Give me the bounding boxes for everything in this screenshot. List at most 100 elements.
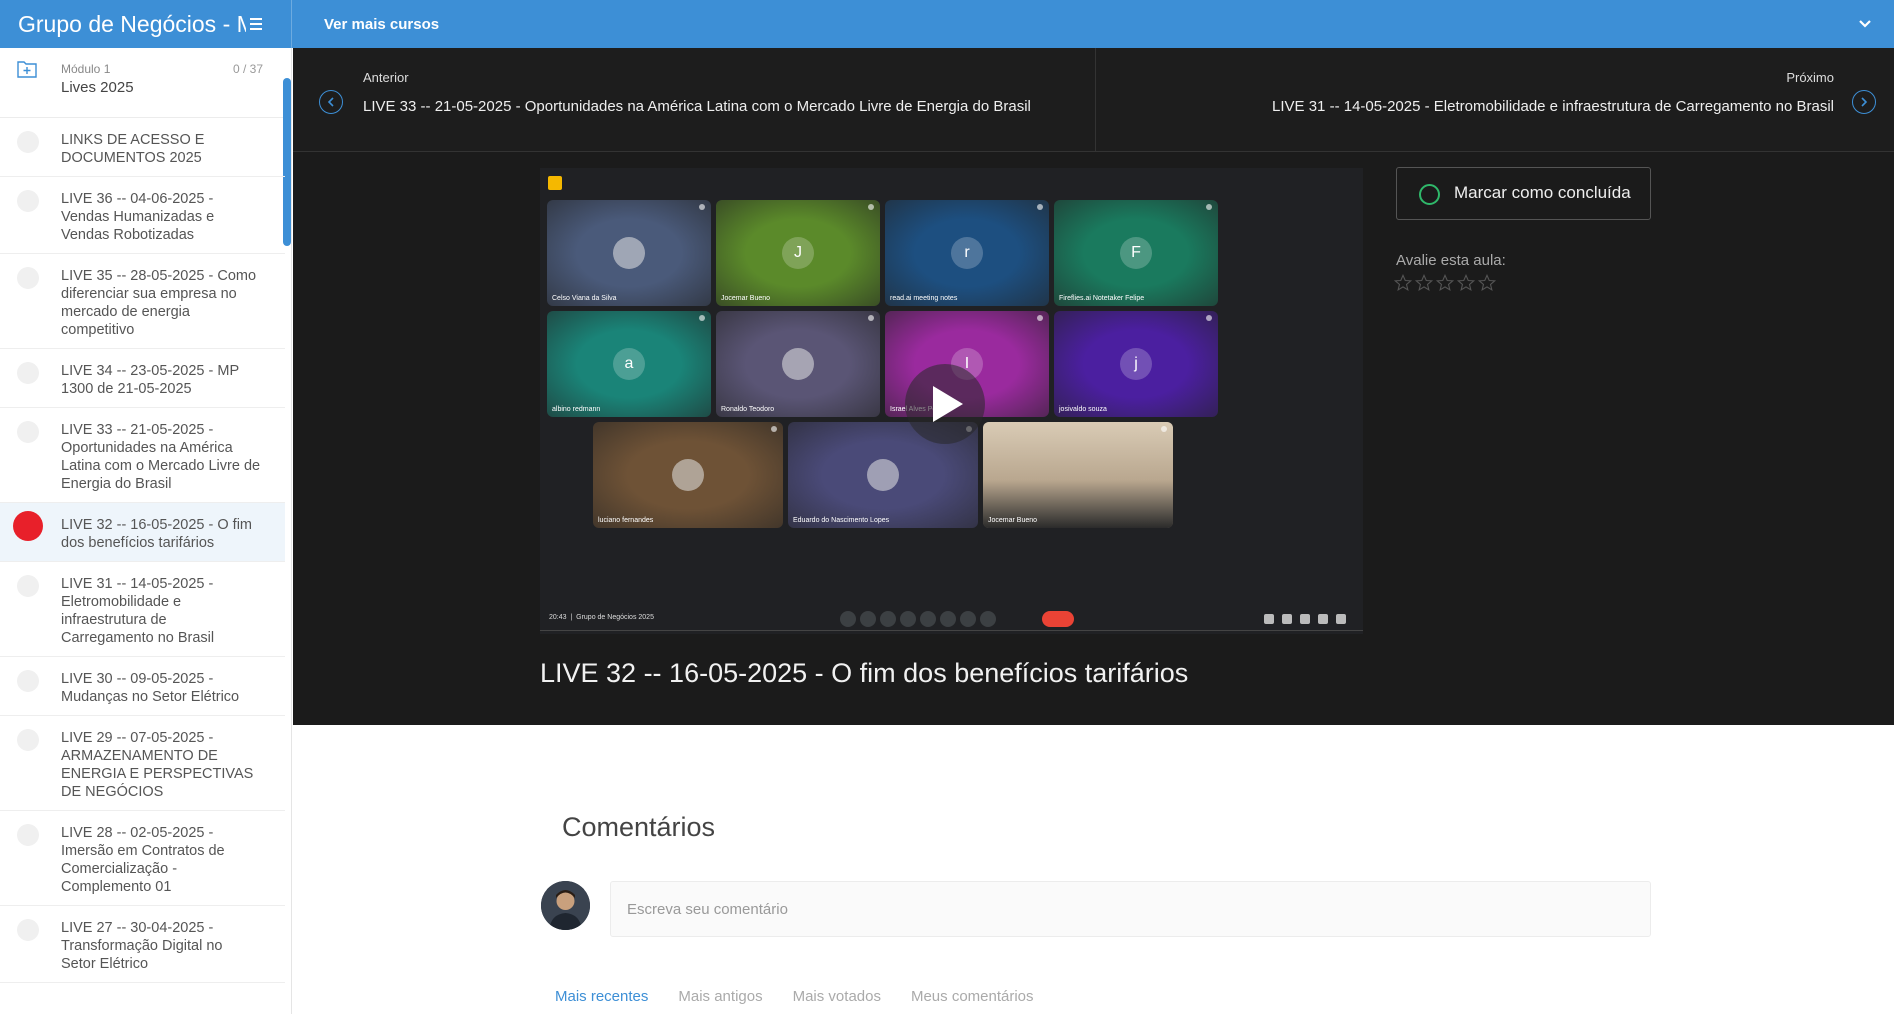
lesson-status-icon bbox=[17, 190, 39, 212]
camera-icon bbox=[860, 611, 876, 627]
comment-tabs: Mais recentes Mais antigos Mais votados Meu… bbox=[555, 988, 1034, 1005]
next-lesson-link[interactable]: Próximo LIVE 31 -- 14-05-2025 - Eletromo… bbox=[1097, 48, 1894, 152]
participant-name: josivaldo souza bbox=[1059, 406, 1107, 413]
rating-label: Avalie esta aula: bbox=[1396, 252, 1506, 269]
participant-name: albino redmann bbox=[552, 406, 601, 413]
participant-tile: J Jocemar Bueno bbox=[716, 200, 880, 306]
previous-label: Anterior bbox=[363, 70, 409, 85]
current-lesson-icon bbox=[13, 511, 43, 541]
previous-lesson-link[interactable]: Anterior LIVE 33 -- 21-05-2025 - Oportun… bbox=[293, 48, 1096, 152]
sidebar-lesson-item[interactable]: LIVE 29 -- 07-05-2025 - ARMAZENAMENTO DE… bbox=[0, 716, 285, 811]
sidebar-lesson-item[interactable]: LIVE 30 -- 09-05-2025 - Mudanças no Seto… bbox=[0, 657, 285, 716]
comment-tab[interactable]: Mais antigos bbox=[678, 988, 762, 1005]
raise-hand-icon bbox=[960, 611, 976, 627]
brand: Grupo de Negócios - M bbox=[0, 0, 292, 48]
module-progress: 0 / 37 bbox=[232, 62, 263, 76]
sidebar-lesson-item[interactable]: LIVE 36 -- 04-06-2025 - Vendas Humanizad… bbox=[0, 177, 285, 254]
comment-input[interactable] bbox=[610, 881, 1651, 937]
lesson-status-icon bbox=[17, 670, 39, 692]
play-button[interactable] bbox=[905, 364, 985, 444]
participant-avatar bbox=[983, 422, 1173, 528]
lesson-status-icon bbox=[17, 267, 39, 289]
lesson-list: LINKS DE ACESSO E DOCUMENTOS 2025 LIVE 36… bbox=[0, 118, 291, 983]
sidebar-lesson-label: LIVE 35 -- 28-05-2025 - Como diferenciar… bbox=[61, 268, 257, 338]
sidebar-lesson-item[interactable]: LIVE 34 -- 23-05-2025 - MP 1300 de 21-05… bbox=[0, 349, 285, 408]
sidebar-lesson-item[interactable]: LIVE 28 -- 02-05-2025 - Imersão em Contr… bbox=[0, 811, 285, 906]
sidebar-lesson-label: LIVE 36 -- 04-06-2025 - Vendas Humanizad… bbox=[61, 191, 215, 243]
sidebar-lesson-label: LIVE 30 -- 09-05-2025 - Mudanças no Seto… bbox=[61, 671, 240, 705]
sidebar-lesson-item[interactable]: LIVE 33 -- 21-05-2025 - Oportunidades na… bbox=[0, 408, 285, 503]
more-courses-link[interactable]: Ver mais cursos bbox=[324, 16, 439, 33]
sidebar-lesson-label: LINKS DE ACESSO E DOCUMENTOS 2025 bbox=[61, 132, 205, 166]
mic-muted-icon bbox=[771, 426, 777, 432]
participant-tile: F Fireflies.ai Notetaker Felipe bbox=[1054, 200, 1218, 306]
participant-name: Fireflies.ai Notetaker Felipe bbox=[1059, 295, 1145, 302]
sidebar-lesson-label: LIVE 29 -- 07-05-2025 - ARMAZENAMENTO DE… bbox=[61, 730, 254, 800]
comments-title: Comentários bbox=[562, 812, 716, 842]
meeting-control-bar: 20:43 | Grupo de Negócios 2025 bbox=[540, 605, 1363, 633]
video-player[interactable]: Celso Viana da Silva J Jocemar Bueno r read.… bbox=[540, 168, 1363, 634]
lesson-status-icon bbox=[17, 131, 39, 153]
sidebar-lesson-item[interactable]: LIVE 32 -- 16-05-2025 - O fim dos benefí… bbox=[0, 503, 285, 562]
star-icon[interactable] bbox=[1478, 274, 1496, 292]
comment-tab[interactable]: Mais votados bbox=[793, 988, 881, 1005]
star-icon[interactable] bbox=[1415, 274, 1433, 292]
participant-avatar: J bbox=[782, 237, 814, 269]
lesson-status-icon bbox=[17, 421, 39, 443]
participant-avatar: j bbox=[1120, 348, 1152, 380]
rating-stars bbox=[1394, 274, 1496, 292]
mic-muted-icon bbox=[1037, 204, 1043, 210]
lesson-status-icon bbox=[17, 575, 39, 597]
sidebar-lesson-item[interactable]: LINKS DE ACESSO E DOCUMENTOS 2025 bbox=[0, 118, 285, 177]
chevron-down-icon[interactable] bbox=[1856, 14, 1874, 32]
star-icon[interactable] bbox=[1457, 274, 1475, 292]
captions-icon bbox=[900, 611, 916, 627]
sidebar-lesson-item[interactable]: LIVE 31 -- 14-05-2025 - Eletromobilidade… bbox=[0, 562, 285, 657]
mark-complete-button[interactable]: Marcar como concluída bbox=[1396, 167, 1651, 220]
mic-icon bbox=[840, 611, 856, 627]
participant-avatar: F bbox=[1120, 237, 1152, 269]
participant-tile: r read.ai meeting notes bbox=[885, 200, 1049, 306]
mic-muted-icon bbox=[1206, 204, 1212, 210]
user-avatar-icon bbox=[541, 881, 590, 930]
mic-muted-icon bbox=[1206, 315, 1212, 321]
module-header[interactable]: Módulo 1 Lives 2025 0 / 37 bbox=[0, 48, 291, 118]
arrow-right-icon bbox=[1852, 90, 1876, 114]
sidebar-lesson-item[interactable]: LIVE 27 -- 30-04-2025 - Transformação Di… bbox=[0, 906, 285, 983]
sidebar-lesson-label: LIVE 31 -- 14-05-2025 - Eletromobilidade… bbox=[61, 576, 215, 646]
emoji-icon bbox=[920, 611, 936, 627]
participant-name: Ronaldo Teodoro bbox=[721, 406, 775, 413]
present-icon bbox=[940, 611, 956, 627]
participant-name: luciano fernandes bbox=[598, 517, 654, 524]
participant-name: Celso Viana da Silva bbox=[552, 295, 617, 302]
participant-avatar: a bbox=[613, 348, 645, 380]
participant-avatar: r bbox=[951, 237, 983, 269]
participant-tile: a albino redmann bbox=[547, 311, 711, 417]
brand-title: Grupo de Negócios - M bbox=[18, 10, 246, 37]
lesson-status-icon bbox=[17, 362, 39, 384]
comment-tab[interactable]: Meus comentários bbox=[911, 988, 1034, 1005]
sidebar-lesson-label: LIVE 33 -- 21-05-2025 - Oportunidades na… bbox=[61, 422, 261, 492]
mic-muted-icon bbox=[868, 204, 874, 210]
participant-name: read.ai meeting notes bbox=[890, 295, 958, 302]
mic-muted-icon bbox=[1037, 315, 1043, 321]
participant-tile: Jocemar Bueno bbox=[983, 422, 1173, 528]
circle-icon bbox=[1419, 184, 1440, 205]
comment-tab[interactable]: Mais recentes bbox=[555, 988, 648, 1005]
mic-muted-icon bbox=[699, 204, 705, 210]
sidebar-lesson-label: LIVE 27 -- 30-04-2025 - Transformação Di… bbox=[61, 920, 223, 972]
chat-icon bbox=[1300, 614, 1310, 624]
menu-icon[interactable] bbox=[250, 18, 262, 30]
lesson-status-icon bbox=[17, 919, 39, 941]
next-label: Próximo bbox=[1786, 70, 1834, 85]
star-icon[interactable] bbox=[1394, 274, 1412, 292]
arrow-left-icon bbox=[319, 90, 343, 114]
participant-avatar bbox=[672, 459, 704, 491]
info-icon bbox=[1264, 614, 1274, 624]
participant-avatar bbox=[613, 237, 645, 269]
star-icon[interactable] bbox=[1436, 274, 1454, 292]
sidebar-lesson-item[interactable]: LIVE 35 -- 28-05-2025 - Como diferenciar… bbox=[0, 254, 285, 349]
sidebar-lesson-label: LIVE 28 -- 02-05-2025 - Imersão em Contr… bbox=[61, 825, 225, 895]
sidebar: Módulo 1 Lives 2025 0 / 37 LINKS DE ACES… bbox=[0, 48, 292, 1014]
lesson-navigation: Anterior LIVE 33 -- 21-05-2025 - Oportun… bbox=[293, 48, 1894, 152]
